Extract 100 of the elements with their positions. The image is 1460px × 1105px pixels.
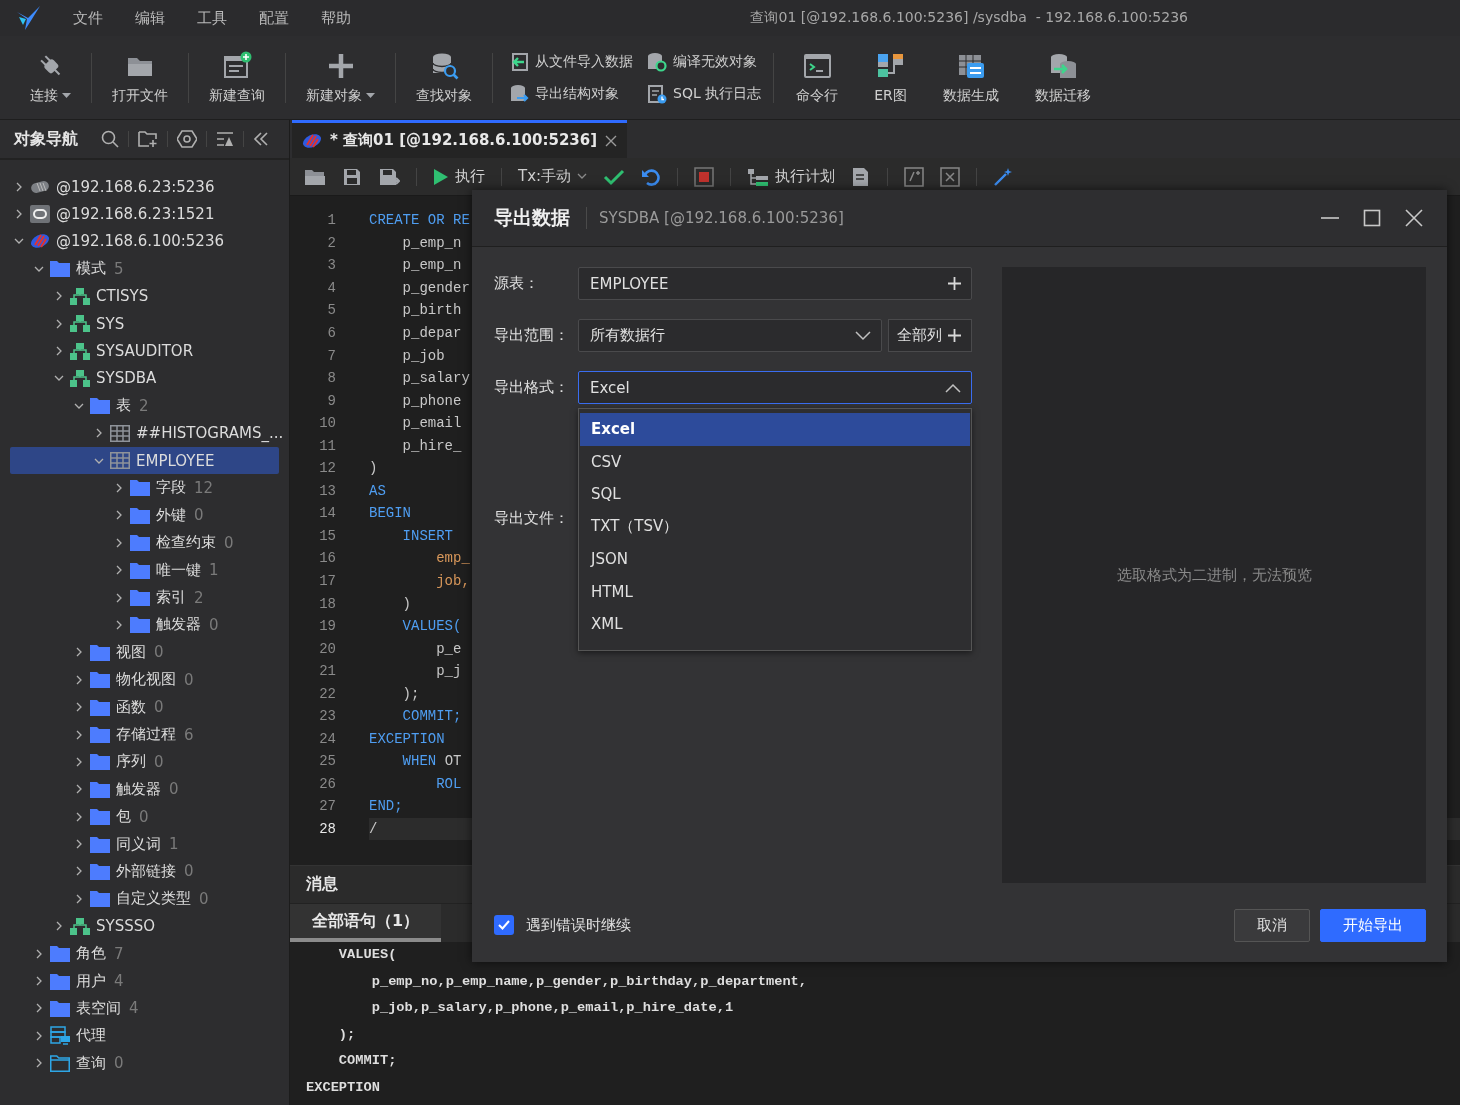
tree-item[interactable]: 索引 2 (10, 583, 279, 612)
chevron-icon[interactable] (34, 976, 44, 986)
chevron-icon[interactable] (14, 181, 24, 192)
editor-tab[interactable]: * 查询01 [@192.168.6.100:5236] (292, 120, 628, 158)
toolbar-button[interactable]: 编译无效对象 (647, 51, 762, 72)
tree-item[interactable]: 物化视图 0 (10, 666, 279, 694)
toolbar-button[interactable]: 导出结构对象 (509, 83, 633, 104)
run-button[interactable]: 执行 (433, 167, 485, 186)
tree-item[interactable]: 视图 0 (10, 638, 279, 667)
tree-item[interactable]: 外键 0 (10, 501, 279, 530)
tree-item[interactable]: @192.168.6.23:5236 (10, 173, 279, 201)
toolbar-button[interactable]: 数据生成 (924, 45, 1017, 110)
toolbar-button[interactable]: SQL 执行日志 (647, 83, 762, 104)
toolbar-button[interactable]: 数据迁移 (1016, 45, 1109, 110)
tree-item[interactable]: 同义词 1 (10, 830, 279, 858)
tree-item[interactable]: 代理 (10, 1022, 279, 1050)
tree-item[interactable]: 查询 0 (10, 1049, 279, 1077)
dropdown-option[interactable]: HTML (580, 575, 970, 608)
chevron-icon[interactable] (74, 702, 84, 713)
dropdown-option[interactable]: CSV (580, 445, 970, 478)
save-as-button[interactable] (378, 166, 400, 187)
chevron-icon[interactable] (114, 483, 124, 493)
transaction-dropdown[interactable]: Tx:手动 (518, 167, 588, 186)
menu-item[interactable]: 编辑 (135, 6, 165, 30)
toolbar-button[interactable]: 从文件导入数据 (509, 51, 633, 72)
toolbar-button[interactable]: 连接 (14, 45, 87, 110)
toolbar-button[interactable]: 打开文件 (96, 45, 184, 110)
tree-item[interactable]: 表 2 (10, 392, 279, 420)
rollback-button[interactable] (641, 167, 662, 186)
tree-item[interactable]: 自定义类型 0 (10, 885, 279, 913)
chevron-icon[interactable] (34, 1058, 44, 1069)
chevron-icon[interactable] (34, 1030, 44, 1041)
chevron-icon[interactable] (114, 592, 124, 603)
plan-button[interactable]: 执行计划 (747, 166, 836, 187)
tree-item[interactable]: 角色 7 (10, 939, 279, 968)
tree-item[interactable]: 触发器 0 (10, 775, 279, 803)
tree-item[interactable]: EMPLOYEE (10, 446, 279, 475)
tree-item[interactable]: SYSSSO (10, 912, 279, 940)
chevron-icon[interactable] (74, 811, 84, 822)
tree-item[interactable]: 唯一键 1 (10, 556, 279, 584)
tree-item[interactable]: 函数 0 (10, 693, 279, 721)
tree-item[interactable]: 字段 12 (10, 474, 279, 502)
chevron-icon[interactable] (54, 346, 64, 357)
chevron-icon[interactable] (74, 756, 84, 767)
chevron-icon[interactable] (34, 948, 44, 959)
tree-item[interactable]: 存储过程 6 (10, 720, 279, 749)
chevron-icon[interactable] (14, 209, 24, 220)
chevron-icon[interactable] (54, 291, 64, 302)
toolbar-button[interactable]: ER图 (856, 45, 925, 110)
columns-button[interactable]: 全部列 (888, 319, 972, 352)
tree-item[interactable]: 包 0 (10, 803, 279, 831)
chevron-icon[interactable] (34, 1003, 44, 1014)
menu-item[interactable]: 帮助 (321, 6, 351, 30)
cancel-button[interactable]: 取消 (1234, 908, 1310, 942)
dropdown-field[interactable]: 所有数据行 (578, 319, 882, 352)
menu-item[interactable]: 工具 (197, 6, 227, 30)
chevron-icon[interactable] (114, 565, 124, 576)
tree-item[interactable]: 序列 0 (10, 748, 279, 776)
dropdown-option[interactable]: XML (580, 608, 970, 641)
chevron-icon[interactable] (74, 729, 84, 740)
chevron-icon[interactable] (54, 921, 64, 932)
tree-item[interactable]: 用户 4 (10, 967, 279, 995)
dropdown-option[interactable]: TXT（TSV） (580, 510, 970, 543)
dropdown-option[interactable]: SQL (580, 478, 970, 511)
chevron-icon[interactable] (74, 839, 84, 850)
tree-item[interactable]: CTISYS (10, 282, 279, 310)
chevron-icon[interactable] (114, 537, 124, 548)
chevron-icon[interactable] (114, 510, 124, 521)
chevron-icon[interactable] (114, 619, 124, 630)
chevron-icon[interactable] (74, 866, 84, 877)
commit-button[interactable] (603, 167, 626, 186)
beautify-button[interactable] (993, 166, 1014, 187)
tree-item[interactable]: 外部链接 0 (10, 857, 279, 886)
chevron-icon[interactable] (74, 784, 84, 795)
dropdown-field[interactable]: Excel (578, 371, 972, 404)
export-button[interactable]: 开始导出 (1320, 908, 1426, 942)
input-field[interactable]: EMPLOYEE (578, 267, 972, 300)
message-tab[interactable]: 全部语句（1） (290, 904, 442, 942)
tree-item[interactable]: @192.168.6.23:1521 (10, 200, 279, 228)
tree-item[interactable]: SYSDBA (10, 364, 279, 393)
tree-item[interactable]: SYSAUDITOR (10, 337, 279, 365)
tree-item[interactable]: @192.168.6.100:5236 (10, 227, 279, 256)
checkbox[interactable]: 遇到错误时继续 (494, 915, 631, 935)
dropdown-option[interactable]: JSON (580, 543, 970, 576)
save-button[interactable] (342, 166, 362, 187)
chevron-icon[interactable] (74, 674, 84, 685)
chevron-icon[interactable] (74, 647, 84, 658)
tree-item[interactable]: 检查约束 0 (10, 529, 279, 557)
tree-item[interactable]: 模式 5 (10, 255, 279, 283)
toolbar-button[interactable]: 命令行 (778, 45, 857, 110)
comment-button[interactable] (904, 166, 925, 187)
stop-button[interactable] (694, 166, 715, 187)
dropdown-option[interactable]: Excel (580, 413, 970, 446)
chevron-icon[interactable] (54, 318, 64, 329)
tree-item[interactable]: 触发器 0 (10, 611, 279, 639)
tree-item[interactable]: 表空间 4 (10, 994, 279, 1023)
uncomment-button[interactable] (940, 166, 961, 187)
chevron-icon[interactable] (74, 893, 84, 904)
menu-item[interactable]: 文件 (73, 6, 103, 30)
toolbar-button[interactable]: 新建对象 (290, 45, 391, 110)
